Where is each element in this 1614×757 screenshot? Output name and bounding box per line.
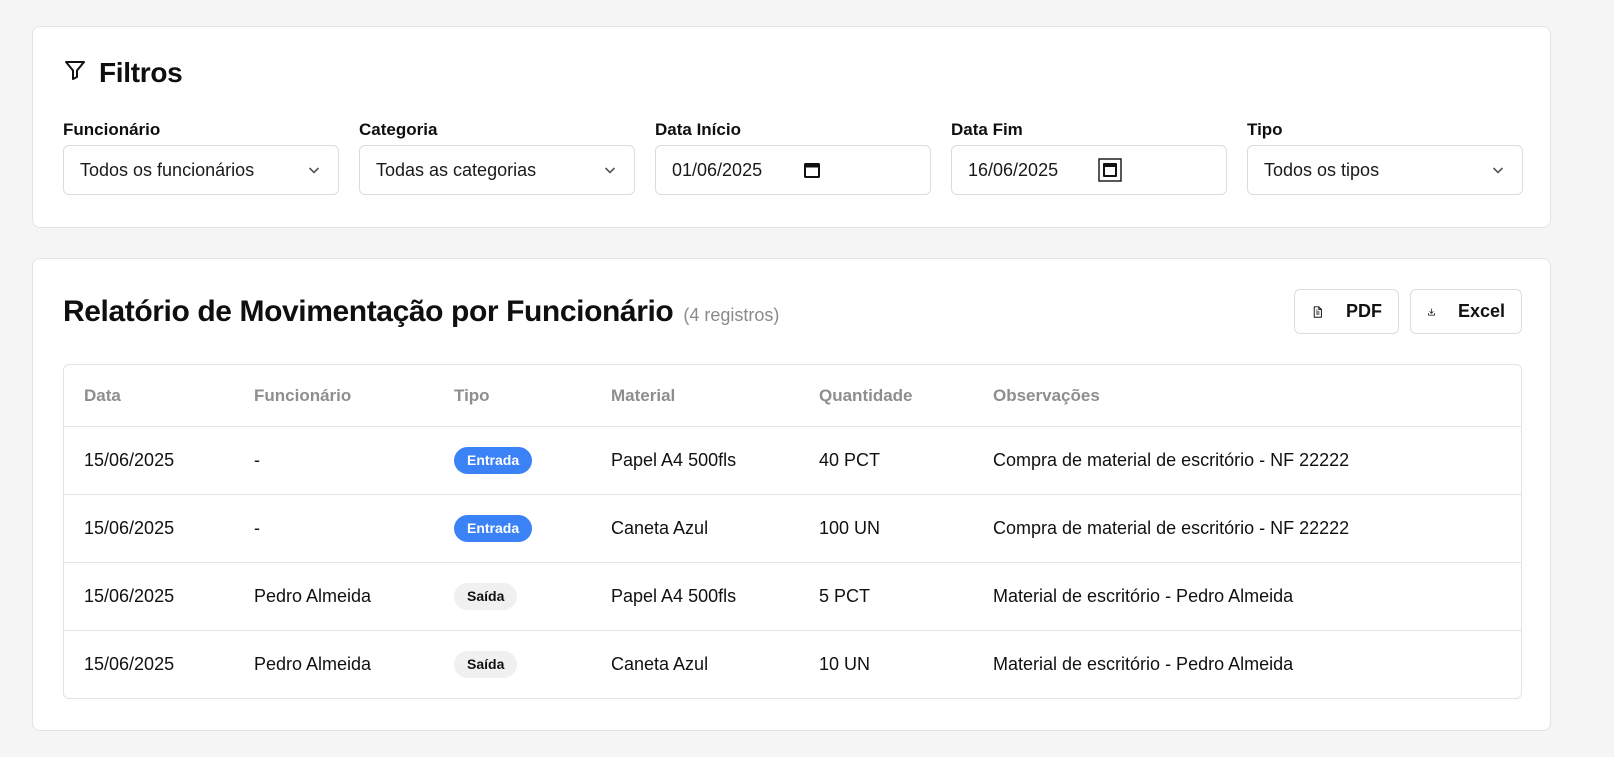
cell-tipo: Entrada	[454, 427, 533, 494]
tipo-select[interactable]: Todos os tipos	[1247, 145, 1523, 195]
cell-data: 15/06/2025	[84, 654, 175, 674]
filter-icon	[63, 57, 87, 89]
saida-badge: Saída	[454, 651, 518, 678]
tipo-label: Tipo	[1247, 120, 1283, 139]
cell-material: Caneta Azul	[611, 654, 709, 674]
cell-observacoes: Compra de material de escritório - NF 22…	[993, 518, 1350, 538]
table-row: 15/06/2025 - Entrada Caneta Azul 100 UN …	[64, 494, 1521, 562]
cell-funcionario: Pedro Almeida	[254, 654, 372, 674]
report-title: Relatório de Movimentação por Funcionári…	[63, 295, 674, 328]
column-header-funcionario: Funcionário	[254, 385, 352, 405]
table-row: 15/06/2025 - Entrada Papel A4 500fls 40 …	[64, 426, 1521, 494]
filters-title: Filtros	[99, 57, 183, 88]
cell-quantidade: 10 UN	[819, 654, 871, 674]
table-row: 15/06/2025 Pedro Almeida Saída Caneta Az…	[64, 630, 1521, 698]
data-inicio-label: Data Início	[655, 120, 741, 139]
tipo-value: Todos os tipos	[1264, 159, 1380, 180]
cell-funcionario: -	[254, 450, 260, 470]
data-inicio-value: 01/06/2025	[672, 159, 763, 180]
calendar-icon[interactable]	[1098, 158, 1122, 182]
cell-observacoes: Material de escritório - Pedro Almeida	[993, 586, 1294, 606]
cell-data: 15/06/2025	[84, 586, 175, 606]
calendar-icon[interactable]	[802, 160, 822, 180]
categoria-filter: Categoria Todas as categorias	[359, 119, 635, 195]
categoria-label: Categoria	[359, 120, 438, 139]
table-row: 15/06/2025 Pedro Almeida Saída Papel A4 …	[64, 562, 1521, 630]
chevron-down-icon	[308, 167, 320, 174]
funcionario-label: Funcionário	[63, 120, 161, 139]
filters-card: Filtros Funcionário Todos os funcionário…	[32, 26, 1551, 228]
data-inicio-input[interactable]: 01/06/2025	[655, 145, 931, 195]
table-header-row: Data Funcionário Tipo Material Quantidad…	[64, 365, 1521, 426]
cell-quantidade: 40 PCT	[819, 450, 881, 470]
filters-header: Filtros	[63, 57, 183, 89]
data-fim-input[interactable]: 16/06/2025	[951, 145, 1227, 195]
categoria-value: Todas as categorias	[376, 159, 537, 180]
record-count: (4 registros)	[683, 305, 780, 325]
cell-tipo: Saída	[454, 631, 518, 698]
funcionario-value: Todos os funcionários	[80, 159, 255, 180]
data-fim-filter: Data Fim 16/06/2025	[951, 119, 1227, 195]
categoria-select[interactable]: Todas as categorias	[359, 145, 635, 195]
saida-badge: Saída	[454, 583, 518, 610]
report-header: Relatório de Movimentação por Funcionári…	[63, 295, 779, 329]
cell-quantidade: 100 UN	[819, 518, 881, 538]
excel-label: Excel	[1457, 301, 1505, 321]
data-fim-value: 16/06/2025	[968, 159, 1059, 180]
file-text-icon	[1313, 305, 1322, 318]
column-header-data: Data	[84, 385, 121, 405]
entrada-badge: Entrada	[454, 515, 533, 542]
funcionario-select[interactable]: Todos os funcionários	[63, 145, 339, 195]
cell-observacoes: Material de escritório - Pedro Almeida	[993, 654, 1294, 674]
pdf-export-button[interactable]: PDF	[1294, 289, 1399, 334]
excel-export-button[interactable]: Excel	[1410, 289, 1522, 334]
cell-quantidade: 5 PCT	[819, 586, 871, 606]
column-header-quantidade: Quantidade	[819, 385, 913, 405]
column-header-observacoes: Observações	[993, 385, 1100, 405]
column-header-material: Material	[611, 385, 676, 405]
chevron-down-icon	[1492, 167, 1504, 174]
entrada-badge: Entrada	[454, 447, 533, 474]
cell-observacoes: Compra de material de escritório - NF 22…	[993, 450, 1350, 470]
funcionario-filter: Funcionário Todos os funcionários	[63, 119, 339, 195]
cell-data: 15/06/2025	[84, 450, 175, 470]
cell-data: 15/06/2025	[84, 518, 175, 538]
download-icon	[1427, 308, 1435, 315]
column-header-tipo: Tipo	[454, 385, 490, 405]
report-card: Relatório de Movimentação por Funcionári…	[32, 258, 1551, 731]
movements-table: Data Funcionário Tipo Material Quantidad…	[63, 364, 1522, 699]
pdf-label: PDF	[1346, 301, 1382, 321]
cell-tipo: Entrada	[454, 495, 533, 562]
cell-funcionario: Pedro Almeida	[254, 586, 372, 606]
cell-material: Papel A4 500fls	[611, 586, 737, 606]
data-inicio-filter: Data Início 01/06/2025	[655, 119, 931, 195]
chevron-down-icon	[604, 167, 616, 174]
cell-material: Caneta Azul	[611, 518, 709, 538]
cell-tipo: Saída	[454, 563, 518, 630]
tipo-filter: Tipo Todos os tipos	[1247, 119, 1523, 195]
data-fim-label: Data Fim	[951, 120, 1023, 139]
cell-funcionario: -	[254, 518, 260, 538]
cell-material: Papel A4 500fls	[611, 450, 737, 470]
